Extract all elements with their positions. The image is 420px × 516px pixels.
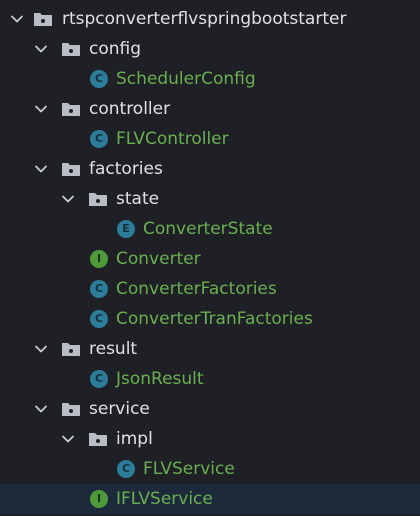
tree-node-factories[interactable]: factories (0, 154, 420, 184)
tree-node-label: result (89, 339, 138, 359)
interface-icon: I (90, 250, 108, 268)
tree-node-label: IFLVService (116, 489, 213, 509)
tree-node-class[interactable]: C FLVController (0, 124, 420, 154)
tree-node-label: config (89, 39, 142, 59)
tree-node-root[interactable]: rtspconverterflvspringbootstarter (0, 4, 420, 34)
chevron-down-icon[interactable] (31, 99, 51, 119)
chevron-down-icon[interactable] (58, 189, 78, 209)
tree-node-interface[interactable]: I Converter (0, 244, 420, 274)
package-folder-icon (34, 13, 52, 26)
tree-node-label: JsonResult (116, 369, 204, 389)
chevron-down-icon[interactable] (31, 339, 51, 359)
tree-node-label: FLVService (143, 459, 235, 479)
package-folder-icon (62, 343, 80, 356)
tree-node-interface-selected[interactable]: I IFLVService (0, 484, 420, 514)
chevron-down-icon[interactable] (7, 9, 27, 29)
package-folder-icon (62, 403, 80, 416)
project-tree: rtspconverterflvspringbootstarter config… (0, 0, 420, 516)
class-icon: C (117, 460, 135, 478)
package-folder-icon (62, 163, 80, 176)
tree-node-label: ConverterFactories (116, 279, 277, 299)
tree-node-label: FLVController (116, 129, 229, 149)
tree-node-label: factories (89, 159, 163, 179)
enum-icon: E (117, 220, 135, 238)
class-icon: C (90, 130, 108, 148)
chevron-down-icon[interactable] (31, 159, 51, 179)
class-icon: C (90, 370, 108, 388)
tree-node-label: service (89, 399, 150, 419)
tree-node-impl[interactable]: impl (0, 424, 420, 454)
chevron-down-icon[interactable] (31, 399, 51, 419)
tree-node-label: ConverterTranFactories (116, 309, 313, 329)
tree-node-service[interactable]: service (0, 394, 420, 424)
tree-node-label: SchedulerConfig (116, 69, 256, 89)
tree-node-class[interactable]: C ConverterFactories (0, 274, 420, 304)
class-icon: C (90, 310, 108, 328)
tree-node-enum[interactable]: E ConverterState (0, 214, 420, 244)
tree-node-config[interactable]: config (0, 34, 420, 64)
tree-node-result[interactable]: result (0, 334, 420, 364)
tree-node-label: Converter (116, 249, 201, 269)
class-icon: C (90, 70, 108, 88)
chevron-down-icon[interactable] (58, 429, 78, 449)
tree-node-controller[interactable]: controller (0, 94, 420, 124)
tree-node-state[interactable]: state (0, 184, 420, 214)
tree-node-class[interactable]: C ConverterTranFactories (0, 304, 420, 334)
tree-node-class[interactable]: C SchedulerConfig (0, 64, 420, 94)
tree-node-label: impl (116, 429, 153, 449)
chevron-down-icon[interactable] (31, 39, 51, 59)
interface-icon: I (90, 490, 108, 508)
tree-node-label: ConverterState (143, 219, 273, 239)
tree-node-label: state (116, 189, 160, 209)
tree-node-class[interactable]: C JsonResult (0, 364, 420, 394)
tree-node-class[interactable]: C FLVService (0, 454, 420, 484)
class-icon: C (90, 280, 108, 298)
tree-node-label: rtspconverterflvspringbootstarter (62, 9, 347, 29)
package-folder-icon (62, 43, 80, 56)
package-folder-icon (89, 193, 107, 206)
package-folder-icon (89, 433, 107, 446)
package-folder-icon (62, 103, 80, 116)
tree-node-label: controller (89, 99, 171, 119)
